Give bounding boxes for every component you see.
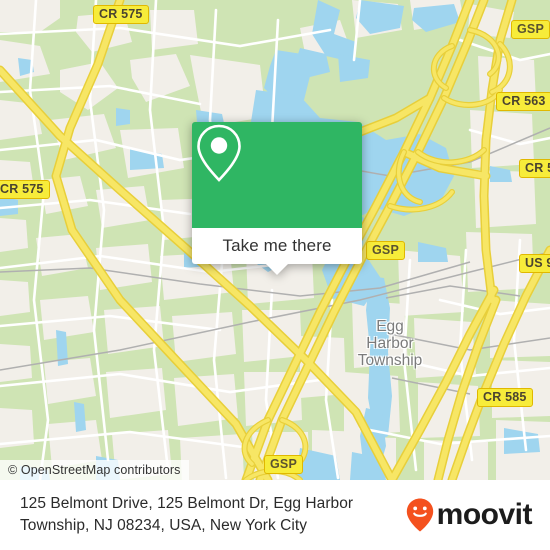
road-shield-cr563[interactable]: CR 563 <box>496 92 550 111</box>
attribution-text: © OpenStreetMap contributors <box>8 463 181 477</box>
road-shield-cr563-east[interactable]: CR 56 <box>519 159 550 178</box>
road-shield-cr575-west[interactable]: CR 575 <box>0 180 50 199</box>
location-callout-card[interactable]: Take me there <box>192 122 362 275</box>
moovit-wordmark: moovit <box>436 498 533 531</box>
place-label-egg-harbor-township: Egg Harbor Township <box>357 318 423 369</box>
road-shield-us9[interactable]: US 9 <box>519 254 550 273</box>
map-canvas[interactable]: Egg Harbor Township CR 575 GSP CR 563 CR… <box>0 0 550 480</box>
callout-pointer-tail <box>266 264 288 275</box>
map-screenshot: Egg Harbor Township CR 575 GSP CR 563 CR… <box>0 0 550 550</box>
road-shield-cr585[interactable]: CR 585 <box>477 388 533 407</box>
road-shield-gsp-south[interactable]: GSP <box>264 455 303 474</box>
location-pin-icon <box>197 124 241 182</box>
moovit-pin-icon <box>406 498 433 532</box>
callout-icon-area <box>192 122 362 228</box>
address-text: 125 Belmont Drive, 125 Belmont Dr, Egg H… <box>20 495 354 534</box>
callout-action-area[interactable]: Take me there <box>192 228 362 275</box>
road-shield-gsp-mid[interactable]: GSP <box>366 241 405 260</box>
take-me-there-label: Take me there <box>222 236 332 255</box>
footer-bar: 125 Belmont Drive, 125 Belmont Dr, Egg H… <box>0 480 550 550</box>
moovit-logo[interactable]: moovit <box>405 497 533 533</box>
map-attribution[interactable]: © OpenStreetMap contributors <box>0 460 189 480</box>
road-shield-cr575-north[interactable]: CR 575 <box>93 5 149 24</box>
road-shield-gsp-north[interactable]: GSP <box>511 20 550 39</box>
